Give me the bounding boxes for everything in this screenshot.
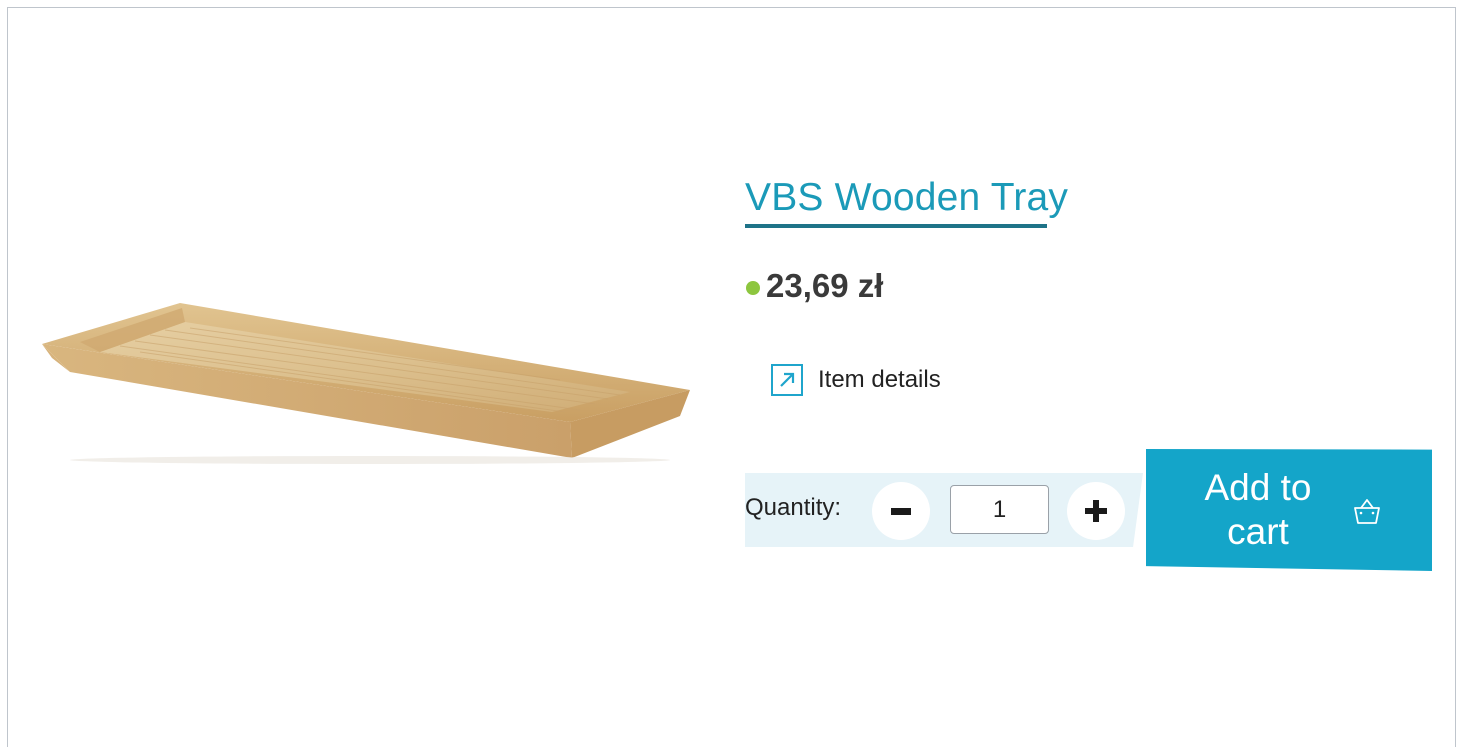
plus-icon [1085, 500, 1107, 522]
add-to-cart-button[interactable] [1146, 449, 1432, 571]
product-image[interactable] [40, 300, 700, 465]
item-details-link[interactable]: Item details [771, 364, 941, 396]
product-price: 23,69 zł [766, 267, 884, 304]
title-underline [745, 224, 1047, 228]
item-details-label: Item details [818, 366, 941, 393]
quantity-input[interactable] [950, 485, 1049, 534]
minus-icon [891, 508, 911, 515]
external-link-arrow-icon [771, 364, 803, 396]
product-title-link[interactable]: VBS Wooden Tray [745, 176, 1068, 220]
quantity-label: Quantity: [745, 494, 842, 521]
price-row: 23,69 zł [746, 267, 883, 305]
quantity-increase-button[interactable] [1067, 482, 1125, 540]
quantity-decrease-button[interactable] [872, 482, 930, 540]
availability-dot-icon [746, 281, 760, 295]
